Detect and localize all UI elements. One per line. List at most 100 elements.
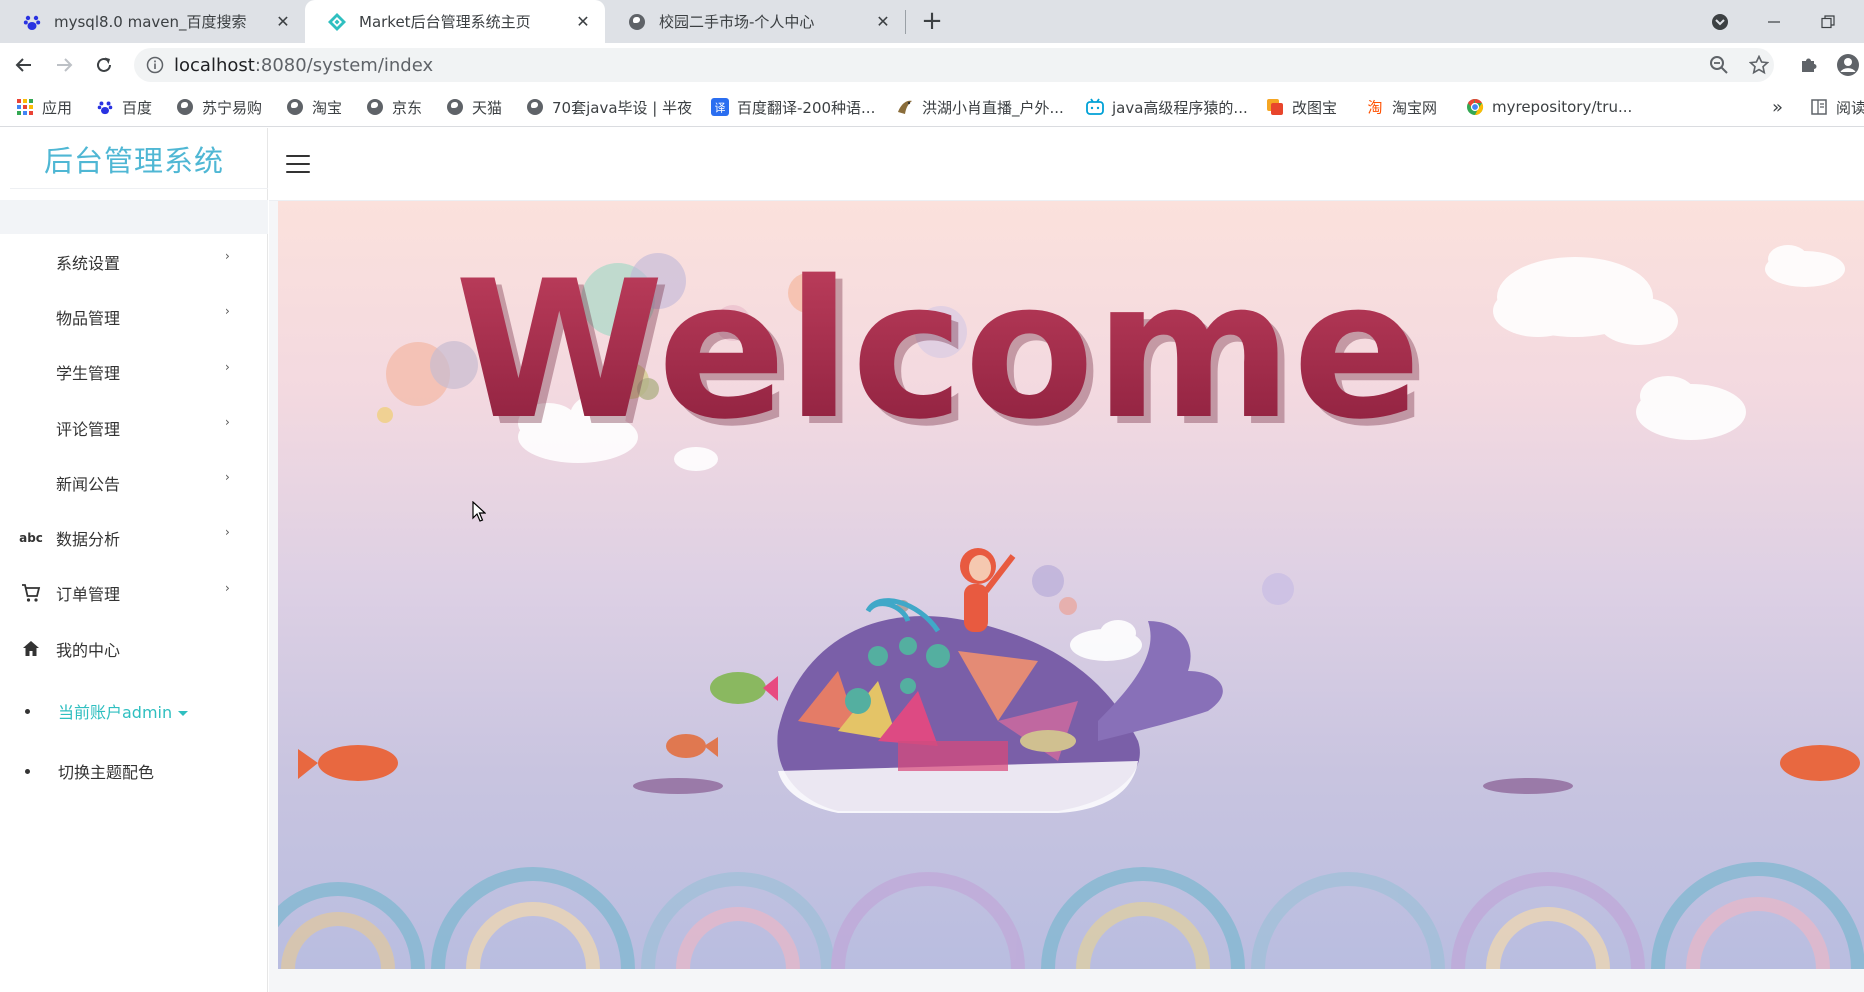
zoom-icon[interactable] [1707,53,1731,77]
baidu-paw-icon [96,98,114,116]
bullet-dot [25,708,30,714]
switch-theme-button[interactable]: 切换主题配色 [0,759,268,783]
sidebar-item-label: 物品管理 [56,308,121,328]
chevron-right-icon: › [225,304,230,319]
globe-icon [627,12,647,32]
globe-icon [366,98,384,116]
back-arrow-icon[interactable] [9,50,39,80]
address-bar[interactable]: localhost:8080/system/index [134,48,1774,82]
overflow-chevron: » [1772,96,1784,118]
url-text: localhost:8080/system/index [174,55,433,76]
sidebar-item-comments[interactable]: 评论管理 › [0,400,268,455]
sidebar-item-my-center[interactable]: 我的中心 [0,621,268,676]
account-text: 当前账户admin [58,703,173,722]
new-tab-button[interactable]: + [918,8,946,36]
minimize-icon[interactable] [1748,0,1800,43]
bookmark-label: 洪湖小肖直播_户外... [922,98,1064,117]
bullet-dot [25,768,30,774]
bookmark-suning[interactable]: 苏宁易购 [176,97,262,117]
sidebar-strip [0,200,268,234]
bookmarks-overflow-button[interactable]: » [1772,96,1784,118]
gaitubao-logo-icon [1266,98,1284,116]
main-content: Welcome Welcome [269,201,1864,992]
welcome-banner: Welcome Welcome [278,201,1864,969]
chrome-logo-icon [1466,98,1484,116]
browser-tabstrip: mysql8.0 maven_百度搜索 ✕ Market后台管理系统主页 ✕ 校… [0,0,1864,43]
sidebar-item-label: 数据分析 [56,530,121,550]
globe-icon [176,98,194,116]
welcome-text: Welcome [455,240,1422,461]
bookmark-label: myrepository/tru... [1492,98,1633,116]
profile-avatar-icon[interactable] [1836,53,1860,77]
sidebar-item-system-settings[interactable]: 系统设置 › [0,234,268,289]
bookmark-jd[interactable]: 京东 [366,97,422,117]
bookmark-label: java高级程序猿的... [1112,98,1248,117]
bookmark-tmall[interactable]: 天猫 [446,97,502,117]
bookmark-apps[interactable]: 应用 [16,97,72,117]
close-tab-icon[interactable]: ✕ [273,11,293,31]
forward-arrow-icon[interactable] [49,50,79,80]
sidebar-item-label: 评论管理 [56,419,121,439]
welcome-illustration: Welcome Welcome [278,240,1864,969]
chevron-right-icon: › [225,249,230,263]
close-tab-icon[interactable]: ✕ [873,11,893,31]
bookmark-label: 应用 [42,98,73,117]
browser-toolbar: localhost:8080/system/index [0,43,1864,87]
bookmark-bilibili-java[interactable]: java高级程序猿的... [1086,97,1248,117]
sidebar-item-news[interactable]: 新闻公告 › [0,455,268,510]
hamburger-menu-icon[interactable] [286,155,310,175]
brand-divider [10,188,268,189]
svg-text:译: 译 [715,102,726,115]
bookmark-baidu[interactable]: 百度 [96,97,152,117]
reading-list-icon [1810,98,1828,116]
baidu-paw-icon [22,12,42,32]
sidebar-item-goods[interactable]: 物品管理 › [0,289,268,344]
caret-down-icon [178,711,189,716]
tab-title: 校园二手市场-个人中心 [659,13,815,31]
mouse-cursor-icon [472,501,486,522]
bookmark-java-projects[interactable]: 70套java毕设 | 半夜 [526,97,692,117]
sidebar-item-orders[interactable]: 订单管理 › [0,566,268,621]
sidebar-item-students[interactable]: 学生管理 › [0,345,268,400]
home-icon [20,638,42,660]
bookmark-label: 天猫 [472,98,503,117]
browser-tab-baidu[interactable]: mysql8.0 maven_百度搜索 ✕ [0,0,305,43]
bookmark-label: 百度翻译-200种语... [737,98,876,117]
chevron-right-icon: › [225,525,230,540]
chevron-right-icon: › [225,359,230,374]
bookmark-label: 苏宁易购 [202,98,263,117]
sidebar-item-label: 系统设置 [56,253,121,273]
globe-icon [286,98,304,116]
brand-title: 后台管理系统 [43,144,224,178]
app-sidebar: 后台管理系统 系统设置 › 物品管理 › 学生管理 › 评论管理 › 新闻公告 … [0,128,268,992]
bookmark-taobao[interactable]: 淘宝 [286,97,342,117]
bookmark-taobao-net[interactable]: 淘 淘宝网 [1366,97,1437,117]
sidebar-item-data-analysis[interactable]: abc 数据分析 › [0,510,268,565]
bookmark-myrepository[interactable]: myrepository/tru... [1466,97,1632,117]
tab-separator [905,10,906,34]
tab-title: mysql8.0 maven_百度搜索 [54,13,247,31]
reload-icon[interactable] [89,50,119,80]
browser-tab-campus[interactable]: 校园二手市场-个人中心 ✕ [605,0,905,43]
extensions-puzzle-icon[interactable] [1797,53,1821,77]
browser-tab-market[interactable]: Market后台管理系统主页 ✕ [305,0,605,43]
bookmarks-bar: 应用 百度 苏宁易购 淘宝 京东 天猫 70套java毕设 | 半夜 译 百度翻… [0,87,1864,127]
restore-icon[interactable] [1802,0,1854,43]
abc-icon: abc [19,531,43,546]
taobao-logo-icon: 淘 [1366,98,1384,117]
bookmark-label: 百度 [122,98,153,117]
bookmark-label: 改图宝 [1292,98,1338,117]
bookmark-star-icon[interactable] [1747,53,1771,77]
reading-list-button[interactable]: 阅读 [1810,97,1864,117]
tab-search-icon[interactable] [1694,0,1746,43]
bookmark-label: 京东 [392,98,423,117]
bookmark-baidu-translate[interactable]: 译 百度翻译-200种语... [711,97,875,117]
close-tab-icon[interactable]: ✕ [573,11,593,31]
current-account-dropdown[interactable]: 当前账户admin [0,699,268,723]
bookmark-label: 淘宝网 [1392,98,1438,117]
site-info-icon[interactable] [146,56,164,74]
bookmark-honghu-live[interactable]: 洪湖小肖直播_户外... [896,97,1064,117]
bookmark-gaitubao[interactable]: 改图宝 [1266,97,1337,117]
sidebar-item-label: 新闻公告 [56,474,121,494]
translate-icon: 译 [711,98,729,116]
